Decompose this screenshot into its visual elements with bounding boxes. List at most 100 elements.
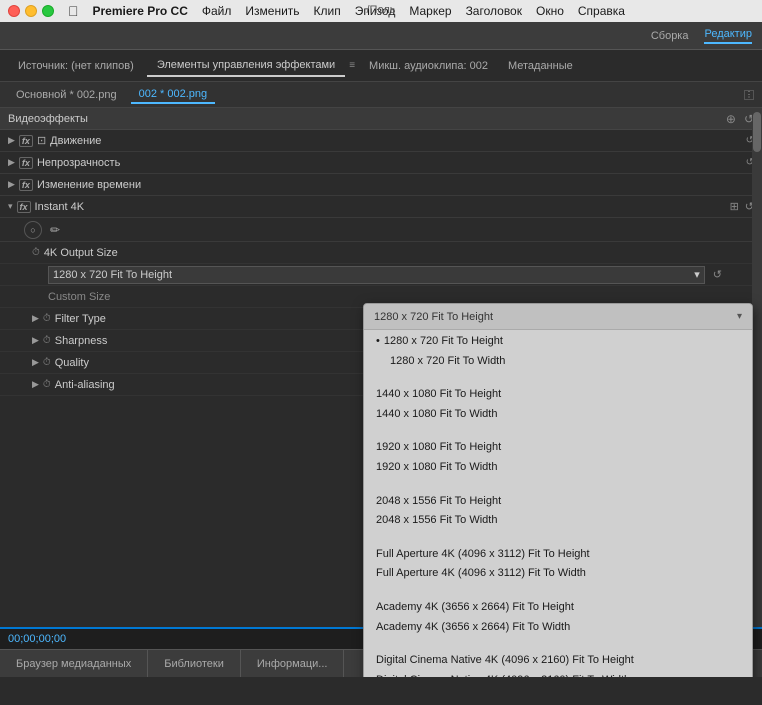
dropdown-item-1920-height[interactable]: 1920 x 1080 Fit To Height <box>376 438 740 458</box>
fx-badge: fx <box>19 179 33 191</box>
effect-row-instant4k[interactable]: ▾ fx Instant 4K ⊞ ↺ <box>0 196 762 218</box>
output-size-select[interactable]: 1280 x 720 Fit To Height ▾ <box>48 266 705 284</box>
dropdown-group-1280: •1280 x 720 Fit To Height 1280 x 720 Fit… <box>364 330 752 377</box>
maximize-button[interactable] <box>42 5 54 17</box>
panel-tab-source[interactable]: Источник: (нет клипов) <box>8 56 144 76</box>
dropdown-group-1920: 1920 x 1080 Fit To Height 1920 x 1080 Fi… <box>364 436 752 483</box>
fx-badge: fx <box>19 157 33 169</box>
instant4k-tools: ○ ✏ <box>0 218 762 242</box>
output-size-dropdown-row: 1280 x 720 Fit To Height ▾ ↺ <box>0 264 762 286</box>
effect-name-instant4k: Instant 4K <box>35 201 85 213</box>
dropdown-item-1280-width[interactable]: 1280 x 720 Fit To Width <box>376 352 740 372</box>
panel-tab-effects-controls[interactable]: Элементы управления эффектами <box>147 55 345 77</box>
panel-options-icon[interactable]: ⋮ <box>744 90 754 100</box>
effect-row-opacity[interactable]: ▶ fx Непрозрачность ↺ <box>0 152 762 174</box>
menu-title[interactable]: Заголовок <box>466 4 522 18</box>
to-comp-icon[interactable]: ⊞ <box>730 200 739 213</box>
chevron-right-icon: ▶ <box>32 313 39 324</box>
menu-clip[interactable]: Клип <box>314 4 341 18</box>
chevron-right-icon: ▶ <box>8 179 15 190</box>
subeffect-label-filter-type: Filter Type <box>55 313 106 325</box>
motion-icon: ⊡ <box>37 134 46 147</box>
timer-icon: ⏱ <box>32 247 40 258</box>
reset-output-size-btn[interactable]: ↺ <box>713 268 722 281</box>
dropdown-chevron-icon: ▾ <box>694 268 700 281</box>
fx-badge: fx <box>17 201 31 213</box>
clip-tab-master[interactable]: Основной * 002.png <box>8 87 125 103</box>
workspace-tabbar: Сборка Редактир <box>0 22 762 50</box>
section-label: Видеоэффекты <box>8 113 88 125</box>
subeffect-4k-output-size[interactable]: ⏱ 4K Output Size <box>0 242 762 264</box>
dropdown-group-1440: 1440 x 1080 Fit To Height 1440 x 1080 Fi… <box>364 383 752 430</box>
clip-tabs: Основной * 002.png 002 * 002.png ⋮ <box>0 82 762 108</box>
menu-help[interactable]: Справка <box>578 4 625 18</box>
chevron-right-icon: ▶ <box>8 135 15 146</box>
dropdown-group-2048: 2048 x 1556 Fit To Height 2048 x 1556 Fi… <box>364 490 752 537</box>
timer-icon: ⏱ <box>43 379 51 390</box>
menu-window[interactable]: Окно <box>536 4 564 18</box>
dropdown-item-full-aperture-width[interactable]: Full Aperture 4K (4096 x 3112) Fit To Wi… <box>376 564 740 584</box>
clip-tab-active[interactable]: 002 * 002.png <box>131 86 216 104</box>
fx-badge: fx <box>19 135 33 147</box>
dropdown-item-academy-width[interactable]: Academy 4K (3656 x 2664) Fit To Width <box>376 618 740 638</box>
effects-panel: Видеоэффекты ⊕ ↺ ▶ fx ⊡ Движение ↺ ▶ fx … <box>0 108 762 677</box>
effect-name-opacity: Непрозрачность <box>37 157 120 169</box>
timer-icon: ⏱ <box>43 335 51 346</box>
bottom-tab-info[interactable]: Информаци... <box>241 650 345 677</box>
effect-row-time[interactable]: ▶ fx Изменение времени <box>0 174 762 196</box>
window-title: /Поль <box>367 4 396 16</box>
dropdown-item-1280-height[interactable]: •1280 x 720 Fit To Height <box>376 332 740 352</box>
apple-logo-icon:  <box>68 3 79 19</box>
dropdown-current-value: 1280 x 720 Fit To Height <box>53 269 172 281</box>
chevron-down-icon: ▾ <box>8 201 13 212</box>
dropdown-item-2048-width[interactable]: 2048 x 1556 Fit To Width <box>376 511 740 531</box>
output-size-dropdown-menu: 1280 x 720 Fit To Height ▾ •1280 x 720 F… <box>363 303 753 677</box>
tab-assembly[interactable]: Сборка <box>651 30 689 42</box>
close-button[interactable] <box>8 5 20 17</box>
section-header-video-effects: Видеоэффекты ⊕ ↺ <box>0 108 762 130</box>
minimize-button[interactable] <box>25 5 37 17</box>
timecode-display: 00;00;00;00 <box>8 633 66 645</box>
menu-bar:  Premiere Pro CC Файл Изменить Клип Эпи… <box>0 0 762 22</box>
scrollbar-thumb[interactable] <box>753 112 761 152</box>
dropdown-item-full-aperture-height[interactable]: Full Aperture 4K (4096 x 3112) Fit To He… <box>376 545 740 565</box>
timer-icon: ⏱ <box>43 357 51 368</box>
dropdown-group-full-aperture: Full Aperture 4K (4096 x 3112) Fit To He… <box>364 543 752 590</box>
timer-icon: ⏱ <box>43 313 51 324</box>
dropdown-item-1440-height[interactable]: 1440 x 1080 Fit To Height <box>376 385 740 405</box>
menu-file[interactable]: Файл <box>202 4 232 18</box>
traffic-lights <box>8 5 54 17</box>
effect-row-motion[interactable]: ▶ fx ⊡ Движение ↺ <box>0 130 762 152</box>
dropdown-header[interactable]: 1280 x 720 Fit To Height ▾ <box>364 304 752 330</box>
panel-header: Источник: (нет клипов) Элементы управлен… <box>0 50 762 82</box>
dropdown-group-academy: Academy 4K (3656 x 2664) Fit To Height A… <box>364 596 752 643</box>
menu-edit[interactable]: Изменить <box>245 4 299 18</box>
circle-tool-icon[interactable]: ○ <box>24 221 42 239</box>
dropdown-item-academy-height[interactable]: Academy 4K (3656 x 2664) Fit To Height <box>376 598 740 618</box>
dropdown-close-chevron: ▾ <box>737 311 742 322</box>
subeffect-label-custom-size: Custom Size <box>48 291 110 303</box>
tab-editing[interactable]: Редактир <box>704 28 752 44</box>
panel-tab-metadata[interactable]: Метаданные <box>498 56 583 76</box>
dropdown-header-text: 1280 x 720 Fit To Height <box>374 311 737 323</box>
dropdown-item-digital-cinema-width[interactable]: Digital Cinema Native 4K (4096 x 2160) F… <box>376 671 740 677</box>
dropdown-item-2048-height[interactable]: 2048 x 1556 Fit To Height <box>376 492 740 512</box>
menu-icon[interactable]: ≡ <box>349 60 355 71</box>
pencil-tool-icon[interactable]: ✏ <box>50 223 60 237</box>
chevron-right-icon: ▶ <box>32 335 39 346</box>
chevron-right-icon: ▶ <box>8 157 15 168</box>
menu-marker[interactable]: Маркер <box>409 4 451 18</box>
dropdown-group-digital-cinema: Digital Cinema Native 4K (4096 x 2160) F… <box>364 649 752 677</box>
dropdown-item-digital-cinema-height[interactable]: Digital Cinema Native 4K (4096 x 2160) F… <box>376 651 740 671</box>
panel-tab-audio-mixer[interactable]: Микш. аудиоклипа: 002 <box>359 56 498 76</box>
bottom-tab-media-browser[interactable]: Браузер медиаданных <box>0 650 148 677</box>
app-name[interactable]: Premiere Pro CC <box>93 4 188 18</box>
subeffect-label-quality: Quality <box>55 357 89 369</box>
dropdown-item-1440-width[interactable]: 1440 x 1080 Fit To Width <box>376 405 740 425</box>
subeffect-label-sharpness: Sharpness <box>55 335 108 347</box>
subeffect-label-anti-aliasing: Anti-aliasing <box>55 379 115 391</box>
bottom-tab-libraries[interactable]: Библиотеки <box>148 650 241 677</box>
add-effect-icon[interactable]: ⊕ <box>726 112 736 126</box>
scrollbar[interactable] <box>752 108 762 677</box>
dropdown-item-1920-width[interactable]: 1920 x 1080 Fit To Width <box>376 458 740 478</box>
